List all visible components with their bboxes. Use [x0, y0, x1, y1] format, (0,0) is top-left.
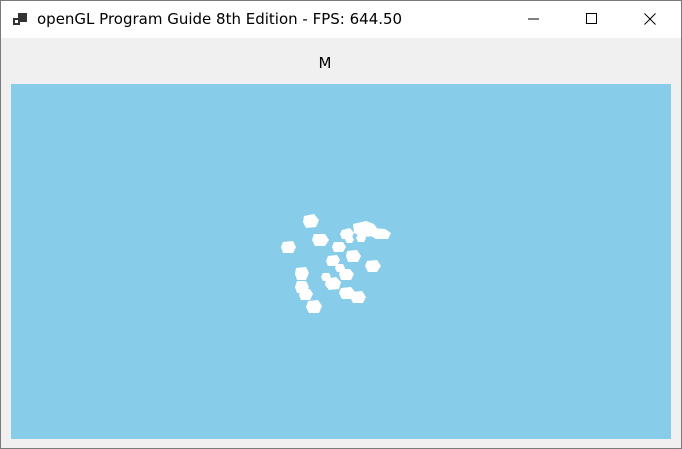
scene-object: [335, 264, 345, 272]
close-button[interactable]: [621, 1, 679, 38]
title-bar[interactable]: openGL Program Guide 8th Edition - FPS: …: [1, 1, 681, 38]
scene-object: [295, 267, 309, 280]
minimize-button[interactable]: [505, 1, 563, 38]
minimize-icon: [528, 10, 540, 29]
scene-object: [321, 273, 331, 281]
scene-object: [369, 228, 391, 239]
scene-canvas: [281, 214, 391, 313]
application-window: openGL Program Guide 8th Edition - FPS: …: [0, 0, 682, 449]
scene-object: [281, 241, 296, 253]
scene-object: [303, 214, 319, 228]
scene-object: [350, 291, 366, 303]
scene-object: [306, 300, 322, 313]
menu-label-m: M: [318, 54, 332, 72]
maximize-icon: [586, 10, 598, 29]
maximize-button[interactable]: [563, 1, 621, 38]
scene-object: [356, 234, 366, 242]
scene-object: [332, 242, 346, 252]
window-title: openGL Program Guide 8th Edition - FPS: …: [37, 10, 403, 28]
scene-object: [299, 289, 313, 300]
close-icon: [644, 10, 656, 29]
scene-object: [312, 234, 329, 246]
scene-object: [346, 250, 361, 262]
app-window-icon: [12, 12, 28, 28]
scene-object: [365, 260, 381, 272]
opengl-viewport[interactable]: [11, 84, 671, 439]
